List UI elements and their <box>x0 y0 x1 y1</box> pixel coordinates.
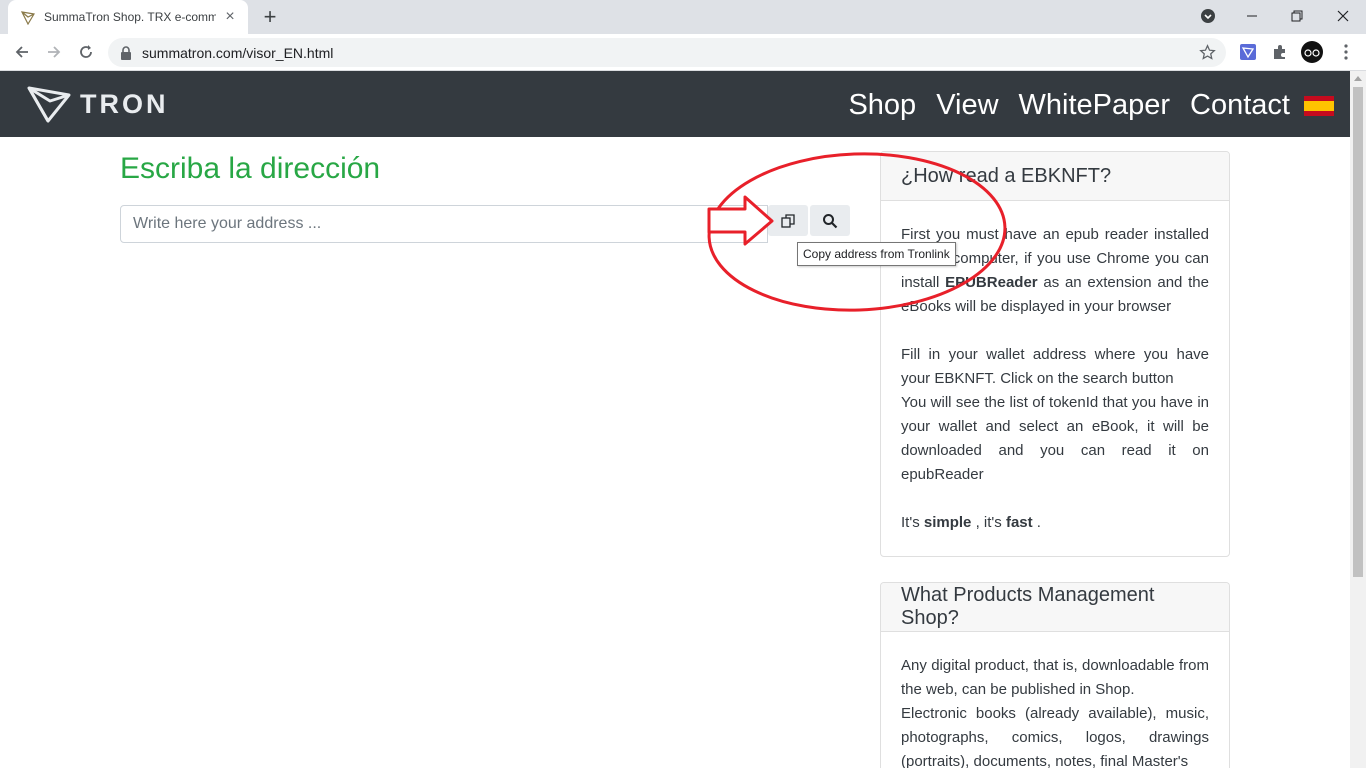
close-window-button[interactable] <box>1330 4 1356 28</box>
address-input[interactable] <box>120 205 768 243</box>
copy-address-button[interactable] <box>768 205 808 236</box>
reload-button[interactable] <box>72 38 100 66</box>
search-button[interactable] <box>810 205 850 236</box>
scrollbar-thumb[interactable] <box>1353 87 1363 577</box>
products-card: What Products Management Shop? Any digit… <box>880 582 1230 768</box>
back-button[interactable] <box>8 38 36 66</box>
address-bar[interactable]: summatron.com/visor_EN.html <box>108 38 1226 67</box>
extension-icon[interactable] <box>1238 42 1258 62</box>
new-tab-button[interactable]: + <box>259 4 281 29</box>
copy-icon <box>781 213 795 228</box>
epubreader-link: EPUBReader <box>945 274 1038 291</box>
bookmark-star-icon[interactable] <box>1199 44 1216 61</box>
restore-button[interactable] <box>1284 4 1310 28</box>
scroll-up-arrow-icon[interactable] <box>1354 76 1362 81</box>
card-header: What Products Management Shop? <box>881 583 1229 632</box>
card-paragraph: Electronic books (already available), mu… <box>901 705 1209 768</box>
card-paragraph: It's simple , it's fast . <box>901 514 1041 531</box>
menu-whitepaper[interactable]: WhitePaper <box>1019 89 1171 122</box>
arrow-left-icon <box>15 46 28 58</box>
chevron-down-icon <box>1201 9 1215 23</box>
url-text: summatron.com/visor_EN.html <box>142 44 334 61</box>
puzzle-icon[interactable] <box>1270 42 1290 62</box>
spain-flag-icon[interactable] <box>1304 96 1334 116</box>
tron-favicon-icon <box>20 9 36 25</box>
page-title: Escriba la dirección <box>120 152 381 185</box>
card-paragraph: Any digital product, that is, downloadab… <box>901 657 1209 698</box>
browser-toolbar: summatron.com/visor_EN.html <box>0 34 1366 71</box>
tab-search-button[interactable] <box>1195 4 1221 28</box>
card-header: ¿How read a EBKNFT? <box>881 152 1229 201</box>
card-paragraph: First you must have an epub reader insta… <box>901 226 1209 315</box>
menu-view[interactable]: View <box>936 89 998 122</box>
tab-title: SummaTron Shop. TRX e-comme <box>44 10 216 24</box>
forward-button[interactable] <box>40 38 68 66</box>
browser-tabstrip: SummaTron Shop. TRX e-comme × + <box>0 0 1366 34</box>
lock-icon <box>121 45 131 60</box>
menu-contact[interactable]: Contact <box>1190 89 1290 122</box>
site-navbar: TRON Shop View WhitePaper Contact <box>0 71 1350 137</box>
page-scrollbar[interactable] <box>1350 71 1366 768</box>
minimize-button[interactable] <box>1239 4 1265 28</box>
profile-avatar[interactable] <box>1300 40 1324 64</box>
reload-icon <box>80 45 92 58</box>
card-paragraph: You will see the list of tokenId that yo… <box>901 394 1209 483</box>
card-paragraph: Fill in your wallet address where you ha… <box>901 346 1209 387</box>
brand-text: TRON <box>80 88 169 119</box>
browser-menu-icon[interactable] <box>1336 42 1356 62</box>
arrow-right-icon <box>48 46 61 58</box>
browser-tab[interactable]: SummaTron Shop. TRX e-comme × <box>8 0 248 34</box>
search-icon <box>823 213 838 228</box>
copy-tooltip: Copy address from Tronlink <box>797 242 956 266</box>
menu-shop[interactable]: Shop <box>848 89 916 122</box>
main-menu: Shop View WhitePaper Contact <box>828 85 1334 125</box>
tron-logo-icon <box>27 86 71 123</box>
card-body: Any digital product, that is, downloadab… <box>881 632 1229 768</box>
brand-logo[interactable]: TRON <box>26 85 169 123</box>
how-to-read-card: ¿How read a EBKNFT? First you must have … <box>880 151 1230 557</box>
tab-close-icon[interactable]: × <box>222 8 238 25</box>
